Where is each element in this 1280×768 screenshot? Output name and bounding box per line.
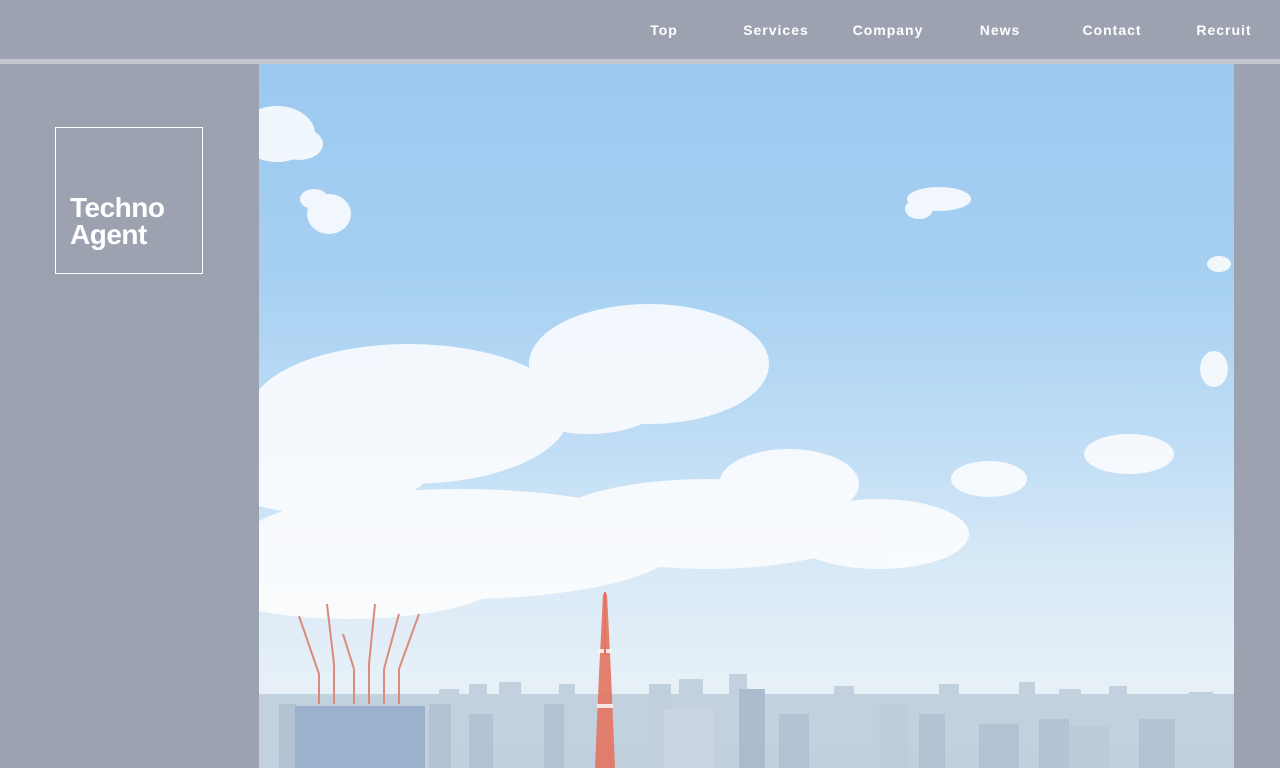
header-bar: Top Services Company News Contact Recrui… [0,0,1280,59]
right-margin [1234,64,1280,768]
nav-recruit[interactable]: Recruit [1168,22,1280,38]
nav-news[interactable]: News [944,22,1056,38]
nav-contact[interactable]: Contact [1056,22,1168,38]
nav-company[interactable]: Company [832,22,944,38]
nav-services[interactable]: Services [720,22,832,38]
sky-and-city-illustration [259,64,1234,768]
logo-text: Techno Agent [70,192,165,250]
logo-line-1: Techno [70,192,165,223]
company-logo[interactable]: Techno Agent [55,127,203,274]
logo-line-2: Agent [70,219,147,250]
sidebar: Techno Agent [0,64,259,768]
page: Top Services Company News Contact Recrui… [0,0,1280,768]
main-nav: Top Services Company News Contact Recrui… [608,0,1280,59]
nav-top[interactable]: Top [608,22,720,38]
hero-image [259,64,1234,768]
